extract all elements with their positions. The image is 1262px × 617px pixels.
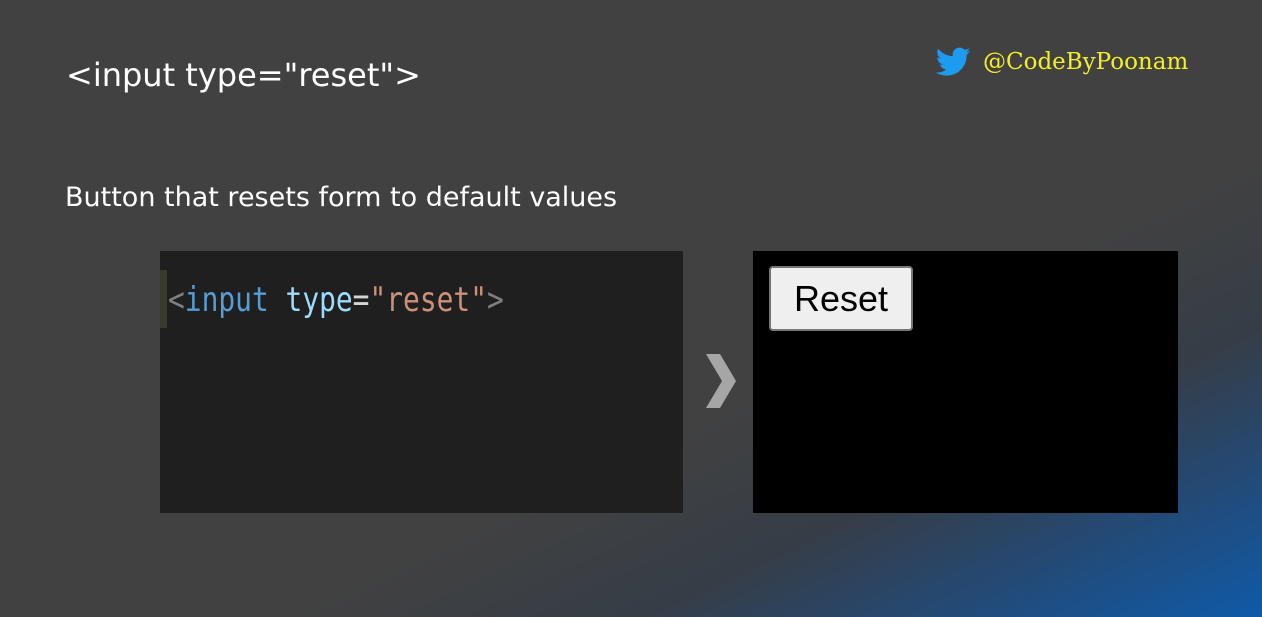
author-handle: @CodeByPoonam xyxy=(936,45,1188,79)
code-equals: = xyxy=(352,280,370,320)
line-highlight-marker xyxy=(160,270,167,328)
reset-button[interactable]: Reset xyxy=(769,266,913,331)
code-line: <input type="reset"> xyxy=(168,277,504,323)
author-handle-text: @CodeByPoonam xyxy=(983,49,1189,75)
code-tag-name: input xyxy=(184,280,269,320)
chevron-right-icon xyxy=(706,354,736,408)
browser-preview-panel: Reset xyxy=(753,251,1178,513)
twitter-bird-icon xyxy=(936,47,971,76)
code-attribute-value: "reset" xyxy=(369,280,487,320)
code-editor-panel: <input type="reset"> xyxy=(160,251,683,513)
code-open-bracket: < xyxy=(168,280,185,320)
code-attribute-name: type xyxy=(285,280,353,320)
page-title: <input type="reset"> xyxy=(66,56,421,94)
subtitle: Button that resets form to default value… xyxy=(65,182,618,213)
code-close-bracket: > xyxy=(486,280,504,320)
